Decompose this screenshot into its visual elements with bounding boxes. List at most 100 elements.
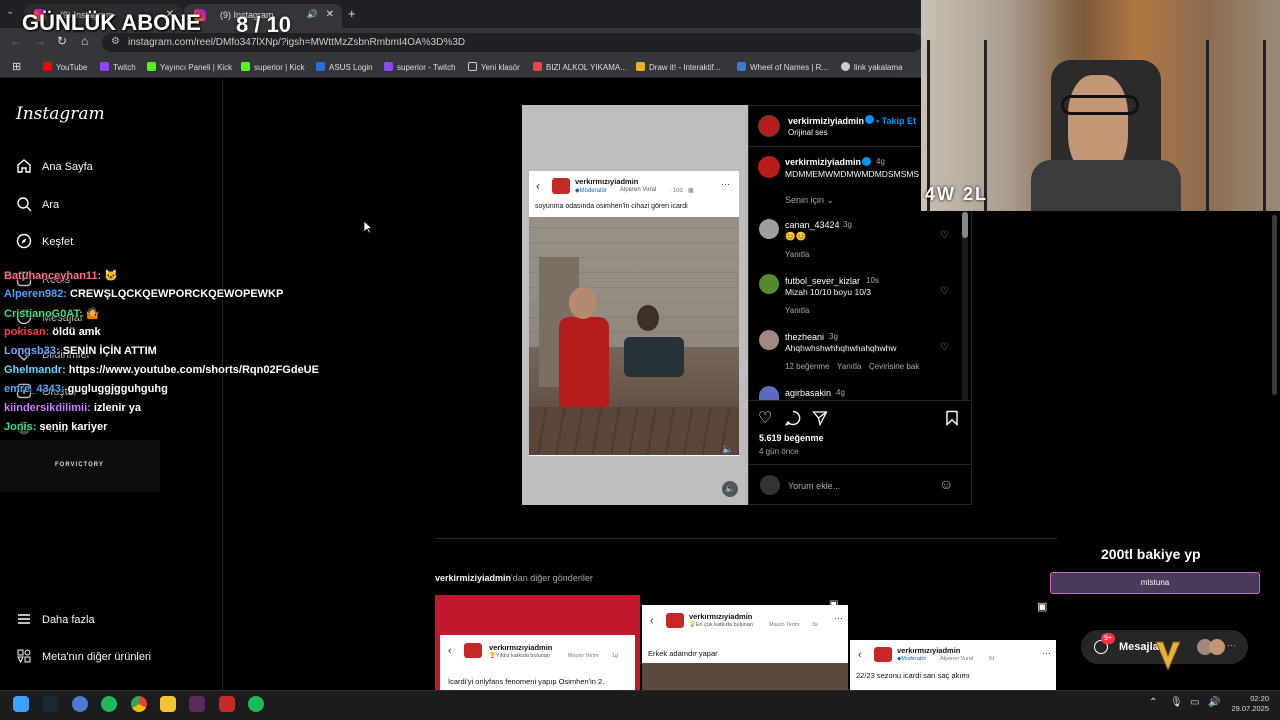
likes-count[interactable]: 5.619 beğenme bbox=[759, 433, 824, 443]
comment-avatar[interactable] bbox=[759, 386, 779, 400]
emote-icon: 🐱 bbox=[104, 270, 118, 282]
app-icon[interactable] bbox=[72, 696, 88, 712]
reply-link[interactable]: Yanıtla bbox=[837, 362, 861, 371]
bookmark-superior-twitch[interactable]: superior - Twitch bbox=[384, 62, 456, 72]
group-avatar bbox=[666, 613, 684, 628]
bookmark-folder[interactable]: Yeni klasör bbox=[468, 62, 520, 72]
scrollbar-thumb[interactable] bbox=[962, 212, 968, 238]
reply-link[interactable]: Yanıtla bbox=[785, 306, 809, 315]
nav-search[interactable]: Ara bbox=[16, 196, 59, 212]
bookmark-youtube[interactable]: YouTube bbox=[43, 62, 87, 72]
tab-close-icon[interactable]: ✕ bbox=[326, 9, 334, 20]
comment-username[interactable]: futbol_sever_kizlar bbox=[785, 276, 860, 286]
comment-text: Ahqhwhshwhhqhwhahqhwhw bbox=[785, 343, 897, 353]
comment-username[interactable]: canan_43424 bbox=[785, 220, 840, 230]
chat-message: CristianoG0AT: 🤷 bbox=[4, 308, 100, 320]
reload-icon[interactable]: ↻ bbox=[57, 34, 67, 48]
verified-badge-icon bbox=[865, 115, 874, 124]
chat-message: emre_4343: gugluggjgguhguhg bbox=[4, 383, 168, 395]
comment-likes[interactable]: 12 beğenme bbox=[785, 362, 829, 371]
file-explorer-icon[interactable] bbox=[160, 696, 176, 712]
comment-avatar[interactable] bbox=[759, 330, 779, 350]
bookmark-superior-kick[interactable]: superior | Kick bbox=[241, 62, 305, 72]
caption-avatar[interactable] bbox=[758, 156, 780, 178]
comment-like-icon[interactable]: ♡ bbox=[940, 342, 949, 353]
comments-scrollbar[interactable] bbox=[962, 210, 968, 400]
comment-text: 😊😊 bbox=[785, 231, 807, 241]
new-tab-icon[interactable]: + bbox=[348, 6, 356, 21]
search-icon bbox=[17, 197, 32, 212]
url-field[interactable]: ⚙ instagram.com/reel/DMfo347lXNp/?igsh=M… bbox=[102, 33, 922, 52]
bookmark-kick-panel[interactable]: Yayıncı Paneli | Kick bbox=[147, 62, 232, 72]
more-post-thumbnail-1[interactable]: ‹ verkırmızıyiadmin 🏆Yıldız katkıda bulu… bbox=[435, 595, 640, 690]
author-avatar[interactable] bbox=[758, 115, 780, 137]
reel-icon: ▣ bbox=[829, 599, 839, 610]
reply-link[interactable]: Yanıtla bbox=[785, 250, 809, 259]
webcam-feed bbox=[921, 0, 1280, 211]
thumbnail-card: ‹ verkırmızıyiadmin 🏆Yıldız katkıda bulu… bbox=[440, 635, 635, 690]
comment-avatar[interactable] bbox=[759, 274, 779, 294]
more-posts-username[interactable]: verkirmiziyiadmin bbox=[435, 573, 511, 583]
app-icon[interactable] bbox=[219, 696, 235, 712]
more-post-thumbnail-3[interactable]: ‹ verkırmızıyiadmin ◆Moderatör Alperen V… bbox=[850, 640, 1056, 690]
network-icon[interactable]: ▭ bbox=[1190, 697, 1199, 708]
bookmark-alkol[interactable]: BIZI ALKOL YIKAMA... bbox=[533, 62, 627, 72]
like-icon[interactable]: ♡ bbox=[758, 408, 772, 428]
forward-icon[interactable]: → bbox=[34, 34, 46, 48]
site-info-icon[interactable]: ⚙ bbox=[111, 36, 120, 47]
globe-icon bbox=[841, 62, 850, 71]
translate-link[interactable]: Çevirisine bak bbox=[869, 362, 919, 371]
shelf-right bbox=[1206, 40, 1266, 211]
comment-avatar[interactable] bbox=[759, 219, 779, 239]
mute-icon[interactable]: 🔈 bbox=[722, 444, 733, 455]
apps-grid-icon[interactable]: ⊞ bbox=[12, 60, 21, 73]
chrome-icon[interactable] bbox=[131, 696, 147, 712]
app-icon[interactable] bbox=[189, 696, 205, 712]
nav-more[interactable]: Daha fazla bbox=[16, 611, 95, 627]
back-icon[interactable]: ← bbox=[10, 34, 22, 48]
steam-icon[interactable] bbox=[42, 696, 58, 712]
windows-start-icon[interactable] bbox=[13, 696, 29, 712]
comment-sort-dropdown[interactable]: Senin için ⌄ bbox=[785, 195, 834, 206]
comment-time: 4g bbox=[836, 388, 845, 397]
comment-text: Mizah 10/10 boyu 10/3 bbox=[785, 287, 872, 297]
bookmark-link[interactable]: link yakalama bbox=[841, 62, 902, 72]
comment-username[interactable]: agirbasakin bbox=[785, 388, 831, 398]
spotify-icon[interactable] bbox=[101, 696, 117, 712]
avatar bbox=[1209, 639, 1225, 655]
share-icon[interactable] bbox=[812, 410, 828, 426]
comment-username[interactable]: thezheani bbox=[785, 332, 824, 342]
more-post-thumbnail-2[interactable]: ‹ verkırmızıyiadmin 💡En çok katkıda bulu… bbox=[642, 605, 848, 690]
nav-home[interactable]: Ana Sayfa bbox=[16, 158, 93, 174]
comment-like-icon[interactable]: ♡ bbox=[940, 230, 949, 241]
instagram-logo[interactable]: Instagram bbox=[16, 104, 105, 124]
home-button-icon[interactable]: ⌂ bbox=[81, 34, 88, 48]
speaker-icon[interactable]: 🔊 bbox=[307, 9, 318, 20]
nav-meta-products[interactable]: Meta'nın diğer ürünleri bbox=[16, 648, 151, 664]
emoji-icon[interactable]: ☺ bbox=[939, 476, 953, 492]
bookmark-wheel[interactable]: Wheel of Names | R... bbox=[737, 62, 828, 72]
bookmark-asus[interactable]: ASUS Login bbox=[316, 62, 373, 72]
subscriber-goal-count: 8 / 10 bbox=[236, 12, 292, 37]
clock[interactable]: 02:20 29.07.2025 bbox=[1229, 694, 1269, 714]
caption-username[interactable]: verkirmiziyiadmin bbox=[785, 157, 861, 167]
bookmark-twitch[interactable]: Twitch bbox=[100, 62, 136, 72]
tray-chevron-icon[interactable]: ⌃ bbox=[1149, 697, 1157, 708]
card-author: Alperen Vural bbox=[620, 187, 657, 193]
comment-like-icon[interactable]: ♡ bbox=[940, 286, 949, 297]
audio-label[interactable]: Orijinal ses bbox=[788, 128, 828, 137]
author-username[interactable]: verkirmiziyiadmin bbox=[788, 116, 864, 126]
follow-button[interactable]: • Takip Et bbox=[876, 116, 916, 126]
comment-input[interactable]: Yorum ekle... bbox=[788, 481, 840, 491]
volume-icon[interactable]: 🔊 bbox=[1208, 697, 1220, 708]
microphone-icon[interactable]: 🎙 bbox=[1170, 697, 1183, 708]
bag bbox=[624, 337, 684, 377]
spotify-icon[interactable] bbox=[248, 696, 264, 712]
bookmark-drawit[interactable]: Draw it! - Interaktif... bbox=[636, 62, 721, 72]
nav-explore[interactable]: Keşfet bbox=[16, 233, 73, 249]
tab-list-chevron-icon[interactable]: ⌄ bbox=[6, 6, 14, 17]
comment-icon[interactable] bbox=[785, 410, 801, 426]
reel-volume-icon[interactable]: 🔈 bbox=[722, 481, 738, 497]
page-scrollbar[interactable] bbox=[1272, 215, 1277, 395]
save-bookmark-icon[interactable] bbox=[945, 410, 959, 426]
